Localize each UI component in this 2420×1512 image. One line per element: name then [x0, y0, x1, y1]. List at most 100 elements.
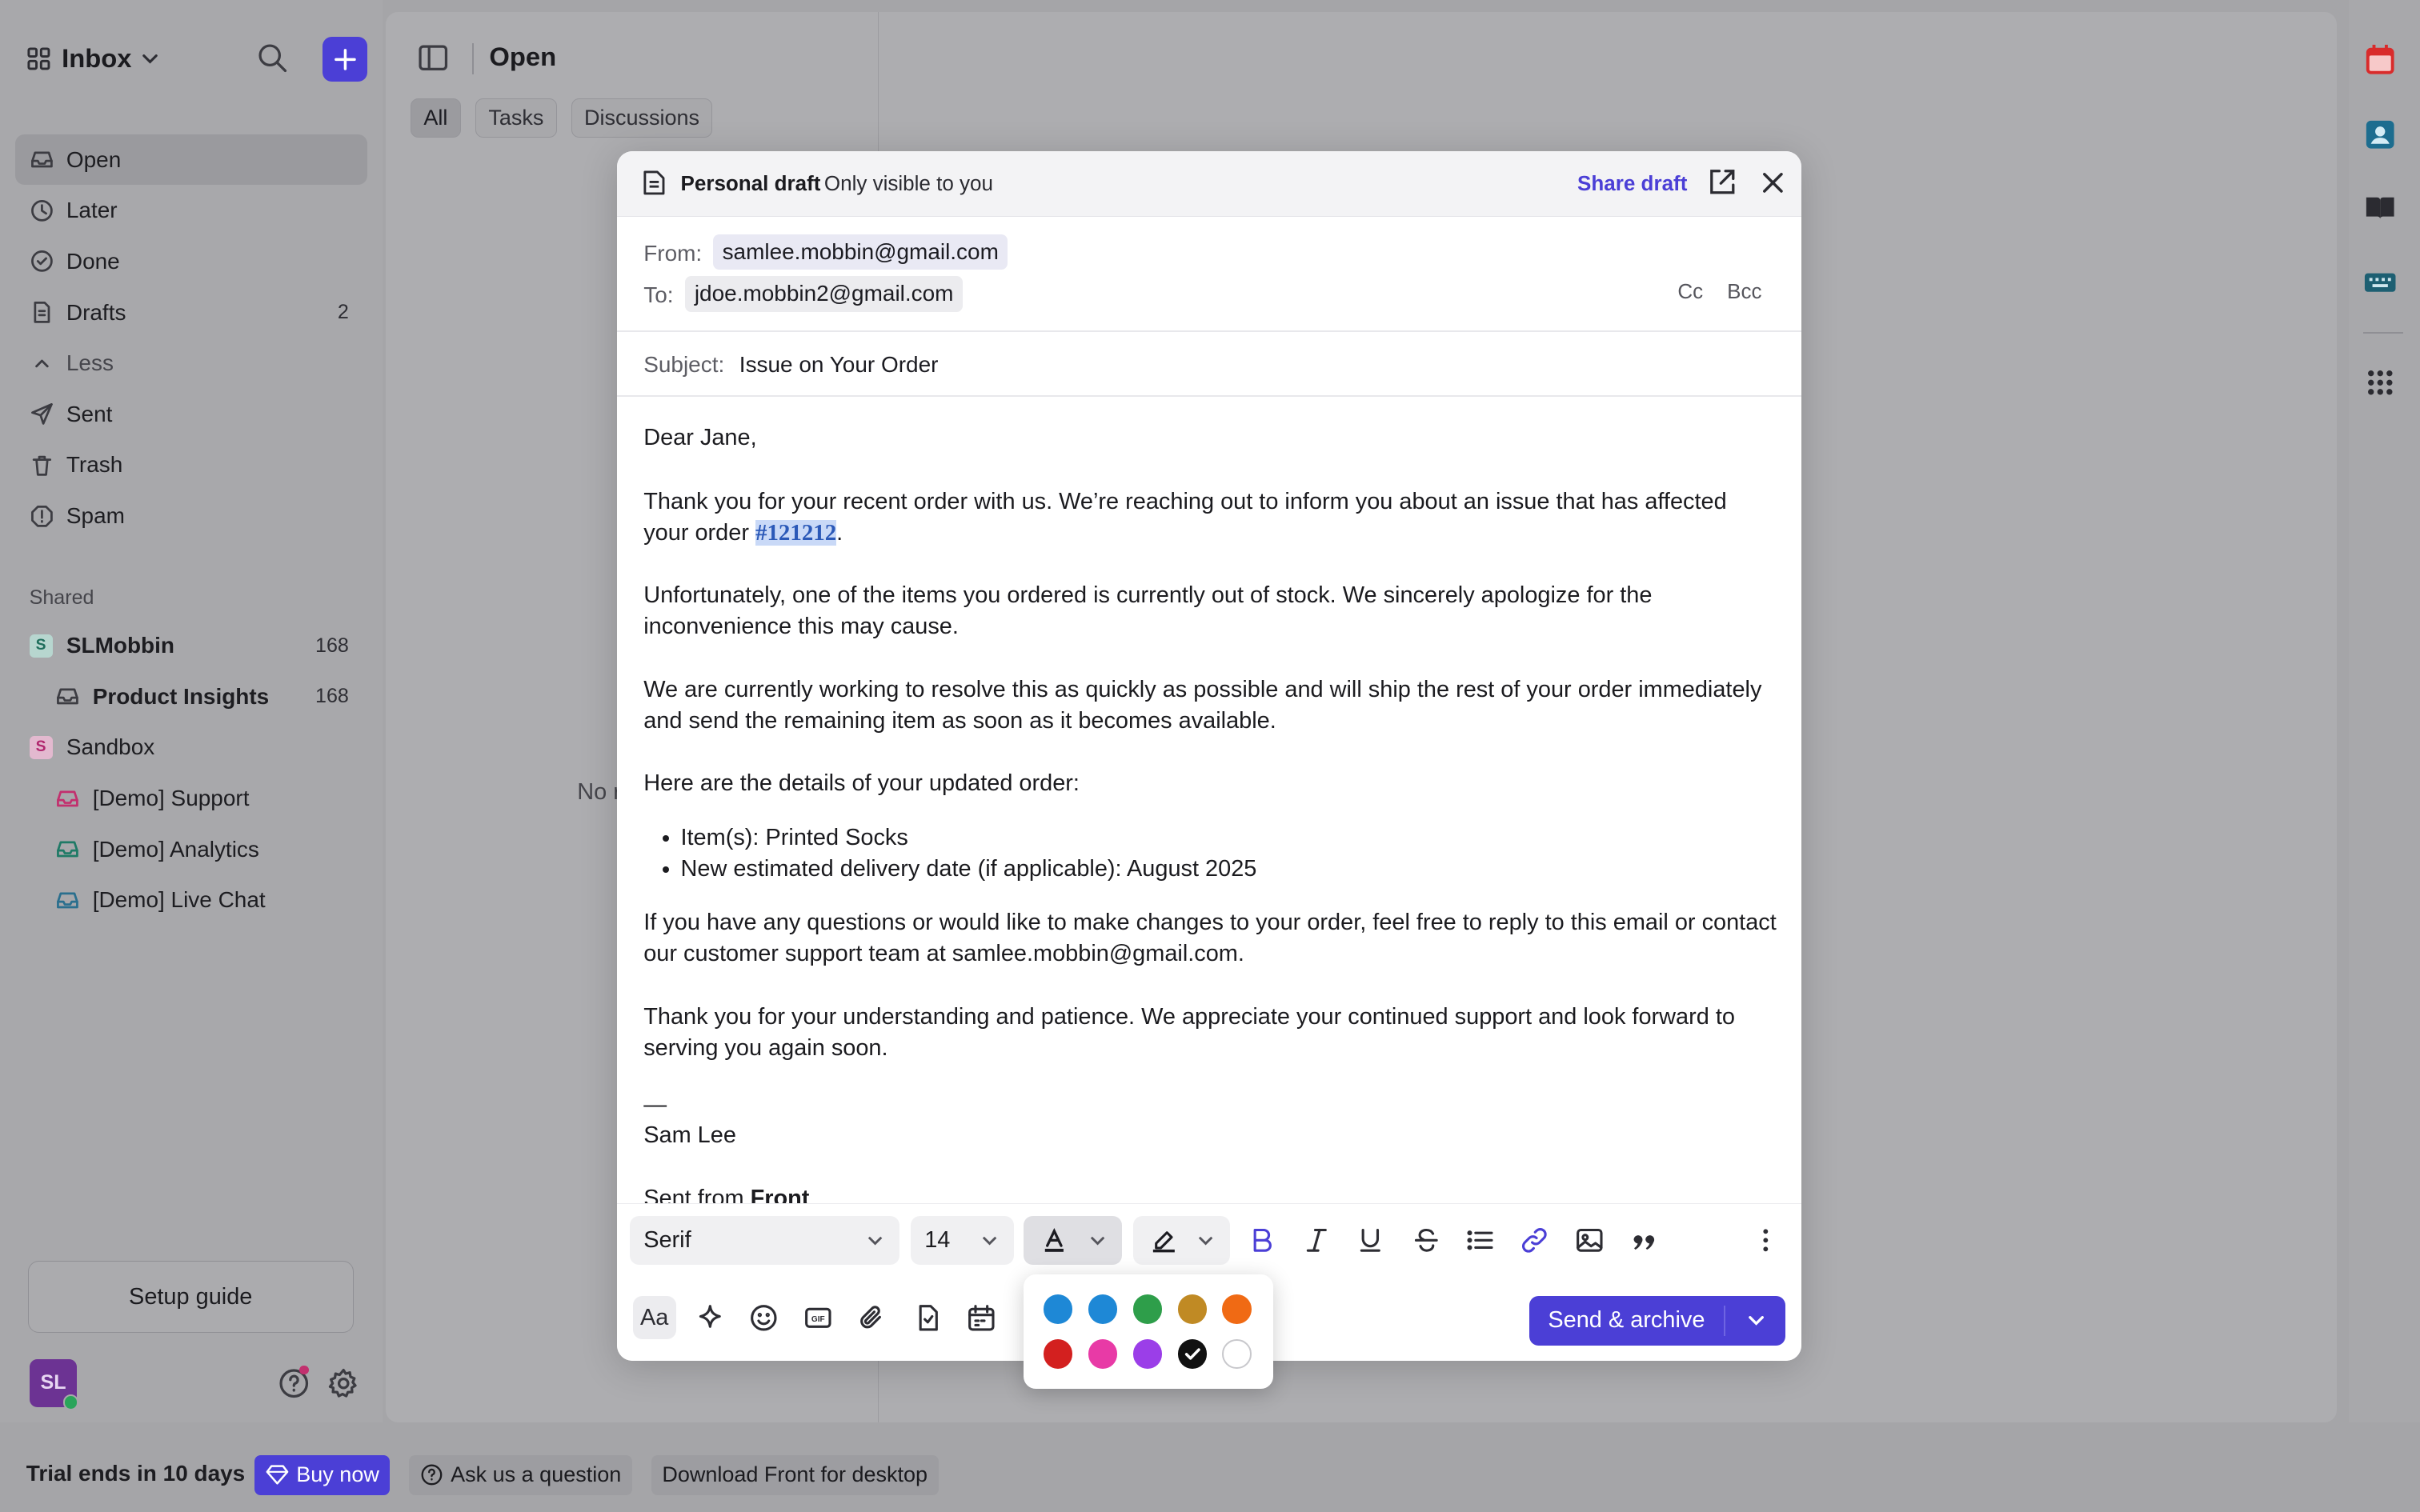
help-icon: [421, 1464, 442, 1486]
bullet-list-button[interactable]: [1463, 1223, 1496, 1257]
bcc-button[interactable]: Bcc: [1727, 279, 1761, 304]
right-rail: [2349, 0, 2420, 1423]
list-item: Item(s): Printed Socks: [681, 822, 1801, 854]
sidebar-item-less[interactable]: Less: [15, 338, 367, 389]
color-swatch[interactable]: [1222, 1339, 1252, 1369]
inbox-switcher[interactable]: Inbox: [26, 43, 161, 74]
send-options-button[interactable]: [1727, 1296, 1785, 1346]
buy-now-button[interactable]: Buy now: [254, 1454, 391, 1495]
signature-name: Sam Lee: [643, 1122, 736, 1149]
filter-all[interactable]: All: [410, 98, 461, 138]
contacts-app-button[interactable]: [2363, 118, 2397, 151]
plus-icon: [334, 48, 356, 70]
sidebar-item-label: Product Insights: [92, 683, 270, 709]
ai-assist-button[interactable]: [693, 1301, 727, 1334]
font-family-select[interactable]: Serif: [629, 1215, 900, 1266]
color-swatch[interactable]: [1222, 1294, 1252, 1324]
sidebar-item-demo-analytics[interactable]: [Demo] Analytics: [15, 824, 367, 875]
cc-button[interactable]: Cc: [1677, 279, 1703, 304]
sidebar-item-later[interactable]: Later: [15, 185, 367, 236]
formatting-toggle-button[interactable]: Aa: [632, 1296, 676, 1340]
calendar-app-button[interactable]: [2363, 43, 2397, 77]
settings-button[interactable]: [327, 1367, 360, 1400]
knowledge-base-button[interactable]: [2363, 191, 2397, 225]
sidebar-item-label: Open: [66, 146, 122, 172]
quote-icon: [1633, 1235, 1654, 1250]
sidebar-item-label: Spam: [66, 503, 125, 529]
order-details-list: Item(s): Printed Socks New estimated del…: [643, 822, 1801, 885]
insert-image-button[interactable]: [1573, 1223, 1606, 1257]
keyboard-shortcuts-button[interactable]: [2363, 266, 2397, 299]
from-address-chip[interactable]: samlee.mobbin@gmail.com: [713, 234, 1008, 270]
color-swatch[interactable]: [1088, 1294, 1118, 1324]
template-button[interactable]: [911, 1301, 944, 1334]
buy-now-label: Buy now: [296, 1462, 379, 1487]
shared-heading: Shared: [29, 586, 94, 609]
sidebar-item-sent[interactable]: Sent: [15, 389, 367, 440]
body-paragraph-2: Unfortunately, one of the items you orde…: [643, 582, 1653, 640]
sidebar-item-demo-live-chat[interactable]: [Demo] Live Chat: [15, 875, 367, 926]
underline-button[interactable]: [1353, 1223, 1387, 1257]
setup-guide-button[interactable]: Setup guide: [27, 1260, 354, 1334]
bold-button[interactable]: [1245, 1223, 1279, 1257]
empty-state-text: No r: [577, 778, 621, 805]
divider: [1724, 1305, 1726, 1337]
strikethrough-button[interactable]: [1409, 1223, 1443, 1257]
workspace-badge: S: [29, 735, 53, 759]
app-launcher-button[interactable]: [2365, 367, 2396, 398]
sidebar-item-done[interactable]: Done: [15, 236, 367, 287]
sidebar-item-open[interactable]: Open: [15, 134, 367, 186]
sidebar-item-drafts[interactable]: Drafts 2: [15, 287, 367, 338]
toggle-sidebar-button[interactable]: [417, 42, 450, 74]
italic-button[interactable]: [1300, 1223, 1333, 1257]
sidebar-item-slmobbin[interactable]: S SLMobbin 168: [15, 620, 367, 671]
highlight-color-button[interactable]: [1132, 1215, 1231, 1266]
rail-divider: [2362, 331, 2403, 334]
filter-tasks[interactable]: Tasks: [475, 98, 557, 138]
product-insights-count: 168: [315, 685, 349, 708]
keyboard-icon: [2364, 273, 2396, 292]
text-color-picker: [1023, 1274, 1274, 1389]
sidebar-item-demo-support[interactable]: [Demo] Support: [15, 773, 367, 824]
to-address-chip[interactable]: jdoe.mobbin2@gmail.com: [685, 276, 963, 312]
sidebar-item-trash[interactable]: Trash: [15, 440, 367, 491]
compose-button[interactable]: [323, 37, 367, 82]
more-options-button[interactable]: [1749, 1223, 1782, 1257]
color-swatch[interactable]: [1088, 1339, 1118, 1369]
color-swatch[interactable]: [1132, 1339, 1163, 1369]
color-swatch[interactable]: [1043, 1294, 1073, 1324]
gif-button[interactable]: GIF: [801, 1301, 835, 1334]
color-swatch[interactable]: [1177, 1339, 1208, 1369]
link-button[interactable]: [1517, 1223, 1551, 1257]
sparkle-icon: [699, 1304, 721, 1328]
sidebar-toggle-icon: [419, 45, 447, 71]
body-paragraph-6: Thank you for your understanding and pat…: [643, 1003, 1735, 1061]
schedule-button[interactable]: [964, 1301, 998, 1334]
ask-question-button[interactable]: Ask us a question: [409, 1454, 632, 1495]
grid-icon: [27, 47, 50, 70]
close-compose-button[interactable]: [1760, 170, 1786, 196]
quote-button[interactable]: [1627, 1223, 1661, 1257]
pop-out-button[interactable]: [1707, 166, 1738, 198]
draft-title: Personal draft: [680, 171, 821, 196]
chevron-down-icon: [142, 54, 158, 64]
color-swatch[interactable]: [1132, 1294, 1163, 1324]
subject-input[interactable]: Issue on Your Order: [739, 352, 939, 378]
sidebar-item-sandbox[interactable]: S Sandbox: [15, 722, 367, 774]
filter-discussions[interactable]: Discussions: [571, 98, 713, 138]
gif-icon: GIF: [804, 1307, 831, 1328]
text-color-button[interactable]: [1023, 1215, 1123, 1266]
body-paragraph-3: We are currently working to resolve this…: [643, 676, 1762, 734]
color-swatch[interactable]: [1043, 1339, 1073, 1369]
search-button[interactable]: [256, 42, 289, 74]
sidebar-item-spam[interactable]: Spam: [15, 490, 367, 542]
color-swatch[interactable]: [1177, 1294, 1208, 1324]
send-archive-button[interactable]: Send & archive: [1529, 1296, 1786, 1346]
font-size-select[interactable]: 14: [910, 1215, 1015, 1266]
emoji-button[interactable]: [747, 1301, 780, 1334]
download-desktop-button[interactable]: Download Front for desktop: [651, 1454, 939, 1495]
strikethrough-icon: [1414, 1229, 1438, 1252]
sidebar-item-product-insights[interactable]: Product Insights 168: [15, 671, 367, 722]
share-draft-link[interactable]: Share draft: [1577, 171, 1687, 196]
attach-button[interactable]: [855, 1301, 888, 1334]
